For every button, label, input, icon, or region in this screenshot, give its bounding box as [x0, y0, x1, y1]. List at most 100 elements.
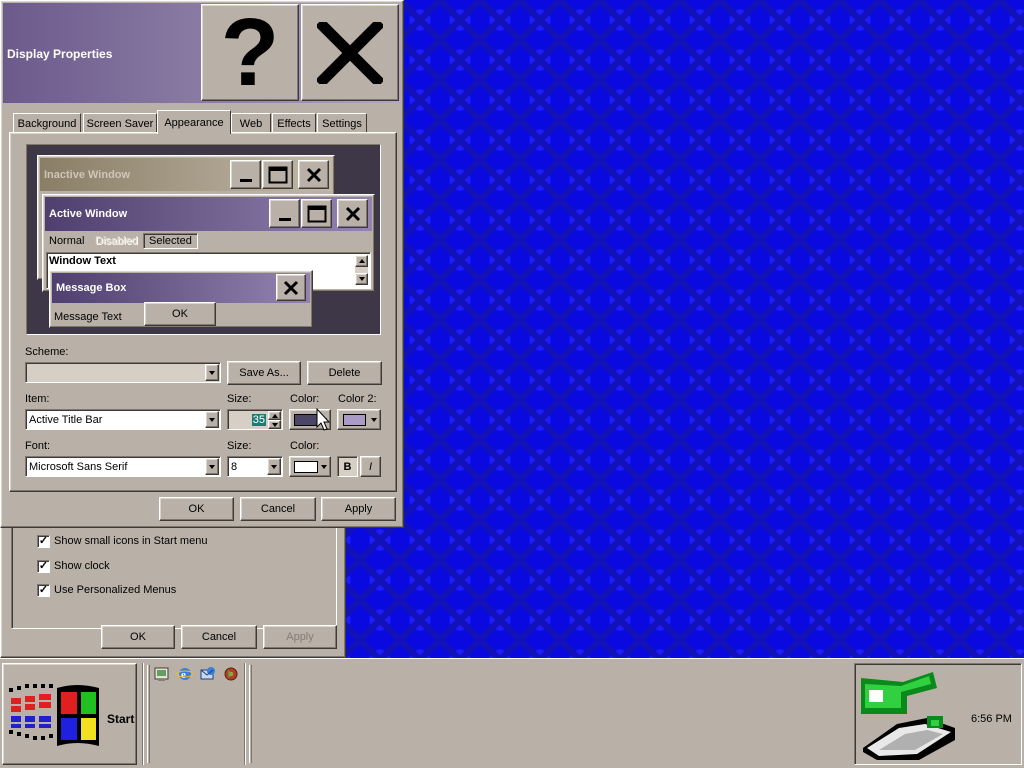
- preview-scroll-up: [355, 255, 368, 267]
- window-title: Display Properties: [7, 47, 113, 61]
- spin-down-icon[interactable]: [268, 420, 281, 429]
- item-select[interactable]: Active Title Bar: [25, 409, 221, 430]
- close-icon: [283, 280, 299, 295]
- color2-swatch: [343, 414, 366, 426]
- save-as-button[interactable]: Save As...: [227, 361, 301, 385]
- color-label: Color:: [290, 393, 320, 405]
- mouse-cursor-icon: [316, 408, 331, 431]
- tab-effects[interactable]: Effects: [272, 113, 316, 133]
- back-apply-button[interactable]: Apply: [263, 625, 337, 649]
- system-tray: 6:56 PM: [854, 663, 1022, 765]
- chevron-down-icon: [321, 465, 327, 469]
- personalized-menus-checkbox[interactable]: ✓: [37, 584, 50, 597]
- preview-active-minimize-button: [269, 199, 300, 228]
- font-size-select[interactable]: 8: [227, 456, 283, 477]
- scheme-label: Scheme:: [25, 346, 69, 358]
- tasklist-grip[interactable]: [249, 665, 252, 763]
- item-value: Active Title Bar: [29, 413, 103, 426]
- preview-menu-normal: Normal: [49, 235, 85, 247]
- separator: [142, 663, 144, 765]
- font-size-value: 8: [231, 460, 238, 473]
- chevron-down-icon[interactable]: [205, 458, 219, 475]
- minimize-icon: [239, 178, 252, 182]
- font-color-swatch: [294, 461, 318, 473]
- chevron-down-icon[interactable]: [205, 364, 219, 381]
- close-button[interactable]: [301, 4, 399, 101]
- tab-web[interactable]: Web: [231, 113, 271, 133]
- scheme-select[interactable]: [25, 362, 221, 383]
- italic-toggle[interactable]: I: [360, 456, 381, 477]
- color2-label: Color 2:: [338, 393, 377, 405]
- close-icon: [345, 206, 360, 221]
- font-label: Font:: [25, 440, 51, 452]
- font-color-label: Color:: [290, 440, 320, 452]
- preview-menu-disabled: Disabled: [95, 235, 138, 247]
- font-color-picker-button[interactable]: [289, 456, 331, 477]
- clock[interactable]: 6:56 PM: [971, 713, 1012, 725]
- preview-ok-button: OK: [144, 302, 216, 326]
- back-cancel-button[interactable]: Cancel: [181, 625, 257, 649]
- show-clock-checkbox[interactable]: ✓: [37, 560, 50, 573]
- separator: [244, 663, 246, 765]
- internet-explorer-icon[interactable]: e: [177, 666, 193, 682]
- item-size-spinner[interactable]: 35: [227, 409, 283, 430]
- close-icon: [306, 167, 321, 182]
- start-button[interactable]: Start: [2, 663, 137, 765]
- taskbar: Start e 6:56 PM: [0, 658, 1024, 768]
- chevron-down-icon: [371, 418, 377, 422]
- outlook-express-icon[interactable]: [200, 666, 216, 682]
- font-size-label: Size:: [227, 440, 252, 452]
- display-properties-dialog: Display Properties ? Background Screen S…: [0, 0, 404, 528]
- chevron-down-icon[interactable]: [205, 411, 219, 428]
- color2-picker-button[interactable]: [337, 409, 381, 430]
- ok-button[interactable]: OK: [159, 497, 234, 521]
- preview-message-close-button: [276, 274, 306, 301]
- appearance-preview[interactable]: Inactive Window Active Window Normal Dis…: [26, 144, 381, 335]
- close-icon: [317, 21, 383, 84]
- tab-settings[interactable]: Settings: [317, 113, 367, 133]
- tab-appearance[interactable]: Appearance: [157, 110, 231, 134]
- preview-close-button: [298, 160, 329, 189]
- preview-message-title-text: Message Box: [56, 282, 127, 294]
- bold-toggle[interactable]: B: [337, 456, 358, 477]
- chevron-down-icon[interactable]: [267, 458, 281, 475]
- preview-active-maximize-button: [301, 199, 332, 228]
- cancel-button[interactable]: Cancel: [240, 497, 316, 521]
- show-desktop-icon[interactable]: [154, 666, 170, 682]
- item-size-label: Size:: [227, 393, 252, 405]
- item-size-value: 35: [251, 413, 266, 426]
- personalized-menus-label: Use Personalized Menus: [54, 584, 177, 596]
- maximize-icon: [268, 166, 287, 183]
- apply-button[interactable]: Apply: [321, 497, 396, 521]
- item-label: Item:: [25, 393, 50, 405]
- preview-scroll-down: [355, 273, 368, 285]
- preview-inactive-title-text: Inactive Window: [44, 168, 131, 181]
- question-icon: ?: [220, 0, 280, 106]
- preview-active-close-button: [337, 199, 368, 228]
- preview-window-text: Window Text: [49, 255, 116, 267]
- maximize-icon: [307, 205, 326, 222]
- delete-button[interactable]: Delete: [307, 361, 382, 385]
- tab-background[interactable]: Background: [13, 113, 81, 133]
- tab-screen-saver[interactable]: Screen Saver: [83, 113, 157, 133]
- preview-active-title-text: Active Window: [49, 208, 128, 220]
- help-button[interactable]: ?: [201, 4, 299, 101]
- preview-message-box: Message Box Message Text OK: [49, 270, 313, 328]
- preview-message-title: Message Box: [52, 273, 310, 303]
- small-icons-checkbox[interactable]: ✓: [37, 535, 50, 548]
- quicklaunch-grip[interactable]: [147, 665, 150, 763]
- spin-up-icon[interactable]: [268, 411, 281, 420]
- windows-logo-icon: [9, 684, 99, 746]
- network-connection-icon[interactable]: [857, 668, 961, 764]
- back-ok-button[interactable]: OK: [101, 625, 175, 649]
- minimize-icon: [278, 217, 291, 221]
- media-player-icon[interactable]: [223, 666, 239, 682]
- show-clock-label: Show clock: [54, 560, 110, 572]
- start-label: Start: [107, 712, 135, 726]
- taskbar-properties-dialog: ✓ Show small icons in Start menu ✓ Show …: [0, 510, 346, 658]
- preview-minimize-button: [230, 160, 261, 189]
- small-icons-label: Show small icons in Start menu: [54, 535, 208, 547]
- preview-message-text: Message Text: [54, 311, 122, 323]
- font-select[interactable]: Microsoft Sans Serif: [25, 456, 221, 477]
- color-swatch: [294, 414, 318, 426]
